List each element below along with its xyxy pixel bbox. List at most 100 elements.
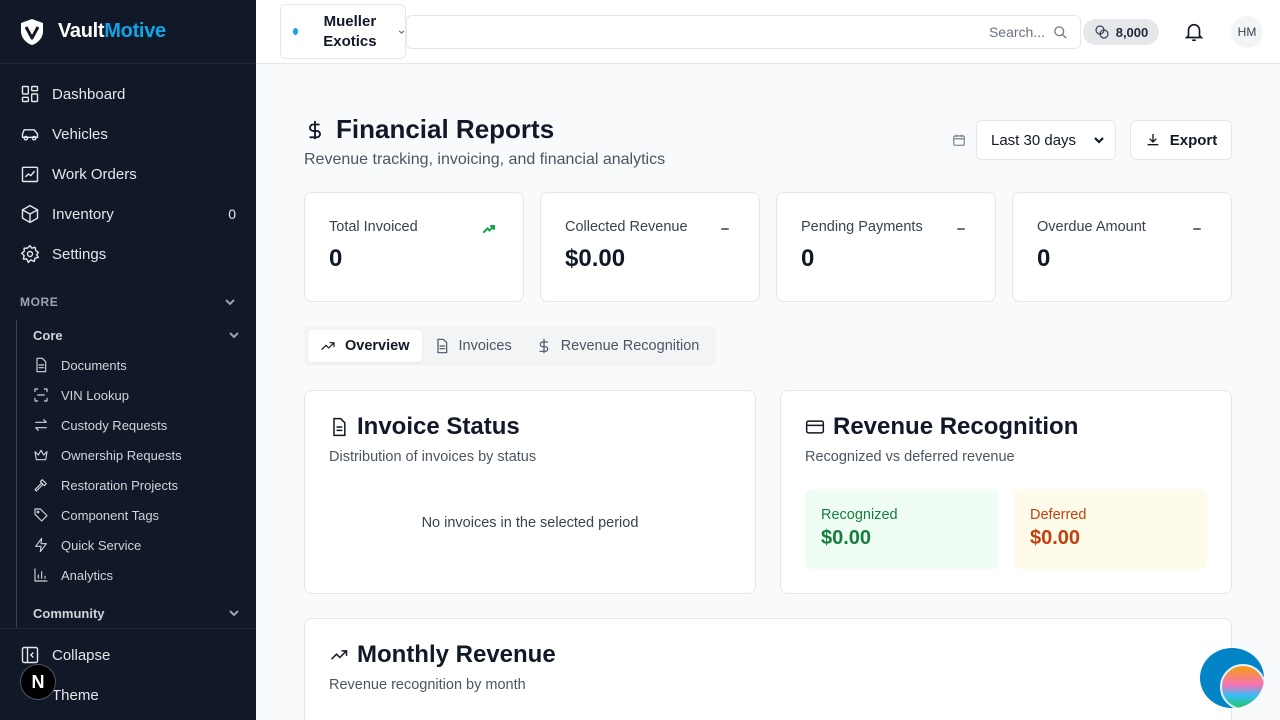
date-range-value: Last 30 days xyxy=(991,131,1077,149)
stat-card-collected-revenue: Collected Revenue $0.00 xyxy=(540,192,760,302)
shield-logo-icon xyxy=(21,18,43,45)
sidebar-item-ownership-requests[interactable]: Ownership Requests xyxy=(17,440,256,470)
more-section-toggle[interactable]: MORE xyxy=(0,284,256,320)
trend-icon xyxy=(330,650,348,660)
stat-card-total-invoiced: Total Invoiced 0 xyxy=(304,192,524,302)
export-button[interactable]: Export xyxy=(1130,120,1232,160)
bell-icon[interactable] xyxy=(1183,21,1205,43)
hammer-icon xyxy=(34,479,47,492)
collapse-label: Collapse xyxy=(52,646,111,664)
download-icon xyxy=(1147,134,1159,146)
chat-assistant-button[interactable] xyxy=(1200,648,1264,708)
nav-label: Dashboard xyxy=(52,85,126,103)
search-box[interactable] xyxy=(406,15,1081,49)
credit-card-icon xyxy=(805,420,825,434)
stat-cards: Total Invoiced 0 Collected Revenue $0.00… xyxy=(304,192,1232,302)
more-label: MORE xyxy=(20,295,59,309)
sub-item-label: Restoration Projects xyxy=(61,477,179,493)
file-icon xyxy=(333,417,346,437)
sidebar-item-restoration-projects[interactable]: Restoration Projects xyxy=(17,470,256,500)
dashboard-icon xyxy=(21,85,39,103)
stat-label: Collected Revenue xyxy=(565,219,688,235)
nav-item-settings[interactable]: Settings xyxy=(0,234,256,274)
revenue-recognition-card: Revenue Recognition Recognized vs deferr… xyxy=(780,390,1232,594)
sidebar-collapse-icon xyxy=(21,646,39,664)
credits-badge[interactable]: 8,000 xyxy=(1083,19,1159,45)
nav-item-work-orders[interactable]: Work Orders xyxy=(0,154,256,194)
community-group-toggle[interactable]: Community xyxy=(17,598,256,628)
card-subtitle: Distribution of invoices by status xyxy=(329,449,537,465)
tab-revenue-recognition[interactable]: Revenue Recognition xyxy=(524,330,712,362)
chevron-down-icon xyxy=(398,29,405,34)
avatar[interactable]: HM xyxy=(1231,16,1263,48)
stat-card-overdue-amount: Overdue Amount 0 xyxy=(1012,192,1232,302)
assistant-avatar-icon xyxy=(1220,664,1264,708)
lightning-icon xyxy=(35,537,47,553)
tab-label: Revenue Recognition xyxy=(560,338,700,354)
calendar-icon xyxy=(953,134,965,146)
org-switcher[interactable]: Mueller Exotics xyxy=(280,4,406,59)
main-nav: Dashboard Vehicles Work Orders Inventory… xyxy=(0,64,256,274)
dollar-icon xyxy=(539,338,548,354)
stat-value: 0 xyxy=(1037,245,1051,272)
sub-item-label: Custody Requests xyxy=(61,417,168,433)
page-title: Financial Reports xyxy=(336,114,555,144)
brand[interactable]: VaultMotive xyxy=(0,0,256,64)
search-input[interactable] xyxy=(845,24,1045,40)
stat-value: 0 xyxy=(801,245,815,272)
nav-item-inventory[interactable]: Inventory 0 xyxy=(0,194,256,234)
stat-value: 0 xyxy=(329,245,343,272)
page-header: Financial Reports Revenue tracking, invo… xyxy=(304,114,1232,174)
top-bar: Mueller Exotics 8,000 HM xyxy=(256,0,1280,64)
chevron-down-icon xyxy=(229,332,239,339)
crown-icon xyxy=(34,449,48,461)
stat-label: Pending Payments xyxy=(801,219,923,235)
dollar-icon xyxy=(309,120,321,139)
stat-card-pending-payments: Pending Payments 0 xyxy=(776,192,996,302)
sidebar-item-documents[interactable]: Documents xyxy=(17,350,256,380)
sub-item-label: Quick Service xyxy=(61,537,142,553)
sub-item-label: Analytics xyxy=(61,567,114,583)
stat-value: $0.00 xyxy=(565,245,626,272)
empty-state-text: No invoices in the selected period xyxy=(421,515,639,531)
dev-tools-badge[interactable]: N xyxy=(20,664,56,700)
theme-label: Theme xyxy=(52,686,99,704)
monthly-revenue-card: Monthly Revenue Revenue recognition by m… xyxy=(304,618,1232,720)
trending-up-icon xyxy=(483,225,495,233)
nav-label: Inventory xyxy=(52,205,114,223)
card-title: Monthly Revenue xyxy=(357,641,556,668)
chevron-down-icon xyxy=(225,299,235,306)
chevron-down-icon xyxy=(229,610,239,617)
sidebar: VaultMotive Dashboard Vehicles Work Orde… xyxy=(0,0,256,720)
card-subtitle: Revenue recognition by month xyxy=(329,677,526,693)
org-name: Mueller Exotics xyxy=(323,12,377,50)
date-range-select[interactable]: Last 30 days xyxy=(976,120,1116,160)
export-label: Export xyxy=(1169,131,1218,149)
trend-icon xyxy=(321,342,335,350)
sidebar-item-quick-service[interactable]: Quick Service xyxy=(17,530,256,560)
file-icon xyxy=(36,357,47,373)
deferred-value: $0.00 xyxy=(1030,527,1081,549)
stat-label: Overdue Amount xyxy=(1037,219,1146,235)
tab-overview[interactable]: Overview xyxy=(308,330,422,362)
stat-label: Total Invoiced xyxy=(329,219,418,235)
recognized-box: Recognized $0.00 xyxy=(805,489,998,569)
card-title: Revenue Recognition xyxy=(833,413,1079,440)
tab-label: Invoices xyxy=(458,338,512,354)
tab-label: Overview xyxy=(345,338,410,354)
sidebar-item-analytics[interactable]: Analytics xyxy=(17,560,256,590)
scan-icon xyxy=(34,388,48,402)
sidebar-item-component-tags[interactable]: Component Tags xyxy=(17,500,256,530)
sidebar-item-custody-requests[interactable]: Custody Requests xyxy=(17,410,256,440)
minus-icon xyxy=(957,228,965,230)
tab-invoices[interactable]: Invoices xyxy=(422,330,524,362)
sidebar-item-vin-lookup[interactable]: VIN Lookup xyxy=(17,380,256,410)
nav-label: Settings xyxy=(52,245,107,263)
core-group-toggle[interactable]: Core xyxy=(17,320,256,350)
deferred-label: Deferred xyxy=(1030,507,1087,523)
chevron-down-icon xyxy=(1094,137,1104,144)
sub-item-label: Ownership Requests xyxy=(61,447,182,463)
nav-item-dashboard[interactable]: Dashboard xyxy=(0,74,256,114)
nav-item-vehicles[interactable]: Vehicles xyxy=(0,114,256,154)
sub-item-label: Component Tags xyxy=(61,507,160,523)
